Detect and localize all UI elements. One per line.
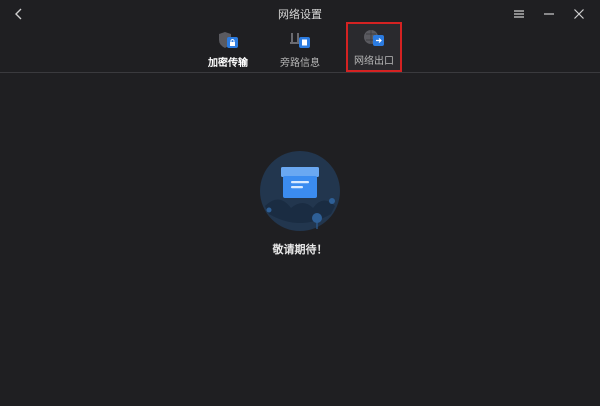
tab-encrypted-transmission[interactable]: 加密传输 xyxy=(200,28,256,72)
tab-label: 加密传输 xyxy=(208,58,248,69)
minimize-button[interactable] xyxy=(534,4,564,24)
window-controls xyxy=(504,4,594,24)
coming-soon-message: 敬请期待！ xyxy=(272,243,328,256)
coming-soon-illustration xyxy=(260,151,340,231)
menu-button[interactable] xyxy=(504,4,534,24)
title-bar: 网络设置 xyxy=(0,0,600,28)
menu-icon xyxy=(514,10,524,18)
tab-network-exit[interactable]: 网络出口 xyxy=(346,22,402,72)
close-button[interactable] xyxy=(564,4,594,24)
close-icon xyxy=(574,9,584,19)
network-exit-icon xyxy=(364,30,384,46)
tab-label: 网络出口 xyxy=(354,56,394,67)
tab-label: 旁路信息 xyxy=(280,58,320,69)
bypass-info-icon xyxy=(290,33,310,48)
encrypted-shield-icon xyxy=(219,32,238,48)
minimize-icon xyxy=(544,13,554,15)
tab-bypass-info[interactable]: 旁路信息 xyxy=(272,28,328,72)
network-settings-window: 网络设置 加密传输 旁路信息 网络出口 敬请期待！ xyxy=(0,0,600,406)
tab-bar: 加密传输 旁路信息 网络出口 xyxy=(0,22,600,73)
